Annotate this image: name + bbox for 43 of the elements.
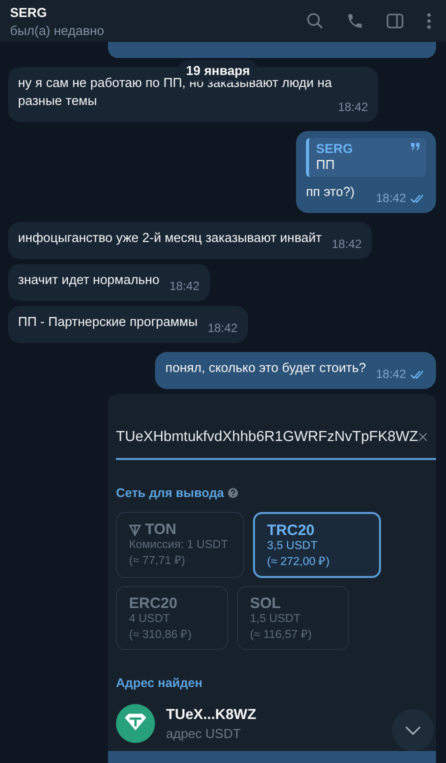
help-icon xyxy=(228,488,238,498)
network-name: TRC20 xyxy=(267,522,315,539)
ton-icon xyxy=(129,524,141,536)
network-fee: 1,5 USDT xyxy=(250,613,302,625)
tether-icon xyxy=(116,704,155,743)
section-heading: Сеть для вывода xyxy=(116,486,224,500)
network-name: SOL xyxy=(250,595,281,612)
address-field: TUeXHbmtukfvdXhhb6R1GWRFzNvTpFK8WZ xyxy=(116,429,418,445)
message-text: пп это?) xyxy=(306,184,355,199)
more-icon[interactable] xyxy=(426,12,432,30)
message-time: 18:42 xyxy=(338,99,368,116)
message-time: 18:42 xyxy=(376,366,406,383)
network-name: TON xyxy=(145,521,176,538)
photo-message[interactable]: TUeXHbmtukfvdXhhb6R1GWRFzNvTpFK8WZ Сеть для вывода TON Комиссия: 1 USDT (≈ 77,71 ₽) TRC20 3,5 USDT (≈ 272,00 ₽) ERC20 4 USDT (≈ 310,86 ₽) SOL 1,5 USDT (≈ 116,57 ₽) Адрес найден TUeX...K8WZ адрес USDT xyxy=(108,394,436,763)
message-text: значит идет нормально xyxy=(18,272,160,287)
chevron-down-icon xyxy=(405,726,421,734)
message-text: понял, сколько это будет стоить? xyxy=(165,360,366,375)
message-text: инфоцыганство уже 2-й месяц заказывают инвайт xyxy=(18,230,322,245)
phone-icon[interactable] xyxy=(346,12,364,30)
sidebar-icon[interactable] xyxy=(386,12,404,30)
found-label: адрес USDT xyxy=(166,726,242,740)
reply-quote[interactable]: SERG ПП xyxy=(306,138,426,177)
message-text: ПП - Партнерские программы xyxy=(18,314,198,329)
quote-icon xyxy=(411,143,420,150)
network-amount: (≈ 116,57 ₽) xyxy=(250,628,313,641)
contact-status: был(а) недавно xyxy=(10,22,104,38)
network-fee: 4 USDT xyxy=(129,613,171,625)
network-amount: (≈ 77,71 ₽) xyxy=(129,554,186,567)
message-time: 18:42 xyxy=(169,278,200,295)
network-amount: (≈ 310,86 ₽) xyxy=(129,628,193,641)
search-icon[interactable] xyxy=(306,12,324,30)
network-fee: 3,5 USDT xyxy=(267,540,318,552)
network-name: ERC20 xyxy=(129,595,178,612)
contact-name: SERG xyxy=(10,4,48,20)
message-time: 18:42 xyxy=(332,236,362,253)
network-fee: Комиссия: 1 USDT xyxy=(129,539,229,551)
section-heading: Адрес найден xyxy=(116,676,204,690)
found-address: TUeX...K8WZ xyxy=(166,706,256,722)
network-amount: (≈ 272,00 ₽) xyxy=(267,555,331,568)
message-time: 18:42 xyxy=(376,190,406,207)
message-time: 18:42 xyxy=(208,320,238,337)
reply-text: ПП xyxy=(316,156,336,173)
reply-author: SERG xyxy=(316,141,354,156)
